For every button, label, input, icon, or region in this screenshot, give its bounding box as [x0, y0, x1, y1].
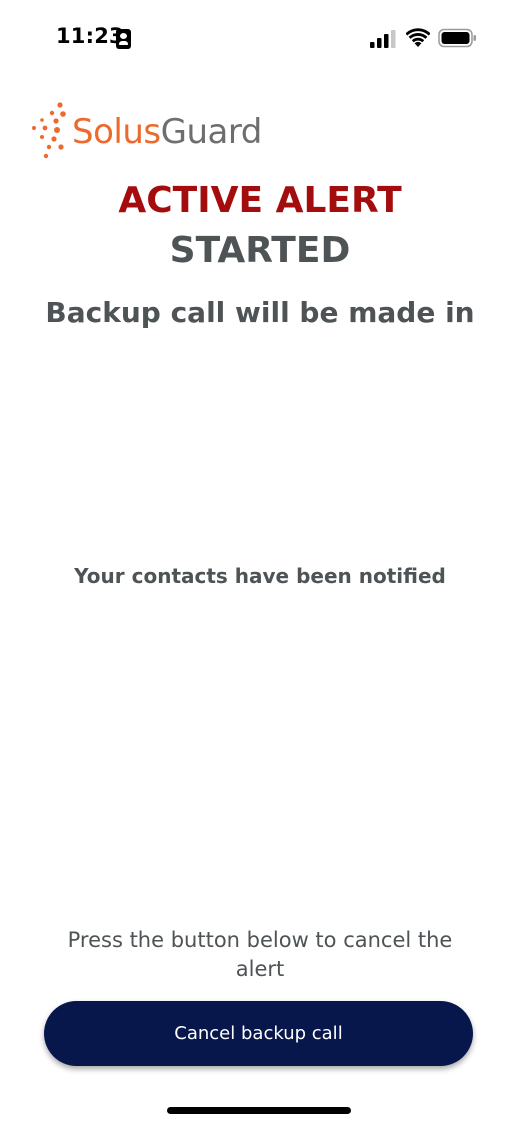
status-time: 11:23 — [56, 24, 124, 48]
alert-title-started: STARTED — [169, 230, 351, 271]
contacts-notified-text: Your contacts have been notified — [74, 564, 446, 588]
backup-call-countdown-label: Backup call will be made in — [45, 296, 475, 329]
alert-title-active: ACTIVE ALERT — [118, 180, 402, 221]
solusguard-logo: SolusGuard — [30, 100, 290, 164]
logo-wordmark: SolusGuard — [72, 112, 262, 152]
wifi-icon — [406, 28, 430, 47]
home-indicator[interactable] — [167, 1107, 351, 1114]
logo-wordmark-solus: Solus — [72, 112, 161, 152]
cancel-backup-call-button[interactable]: Cancel backup call — [44, 1001, 473, 1066]
cancel-backup-call-label: Cancel backup call — [174, 1023, 343, 1044]
cancel-instructions: Press the button below to cancel the ale… — [67, 928, 453, 981]
status-bar: 11:23 — [0, 0, 520, 80]
contact-badge-icon — [116, 29, 131, 49]
logo-mark-icon — [32, 102, 66, 159]
cellular-signal-icon — [370, 30, 396, 48]
logo-wordmark-guard: Guard — [160, 112, 263, 152]
battery-icon — [438, 28, 476, 48]
